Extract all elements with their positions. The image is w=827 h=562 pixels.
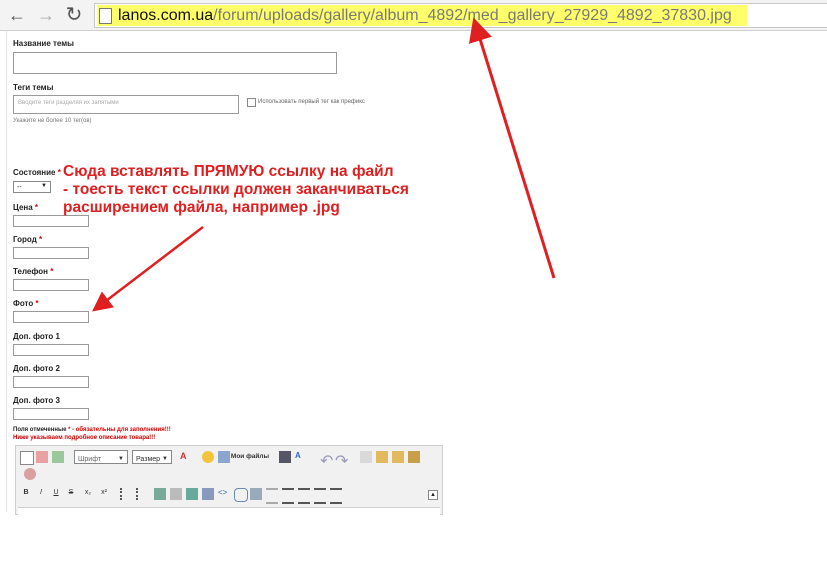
arrow-to-photo-field [92,226,204,312]
annotation-arrows [92,17,556,312]
arrow-to-url [468,17,556,279]
